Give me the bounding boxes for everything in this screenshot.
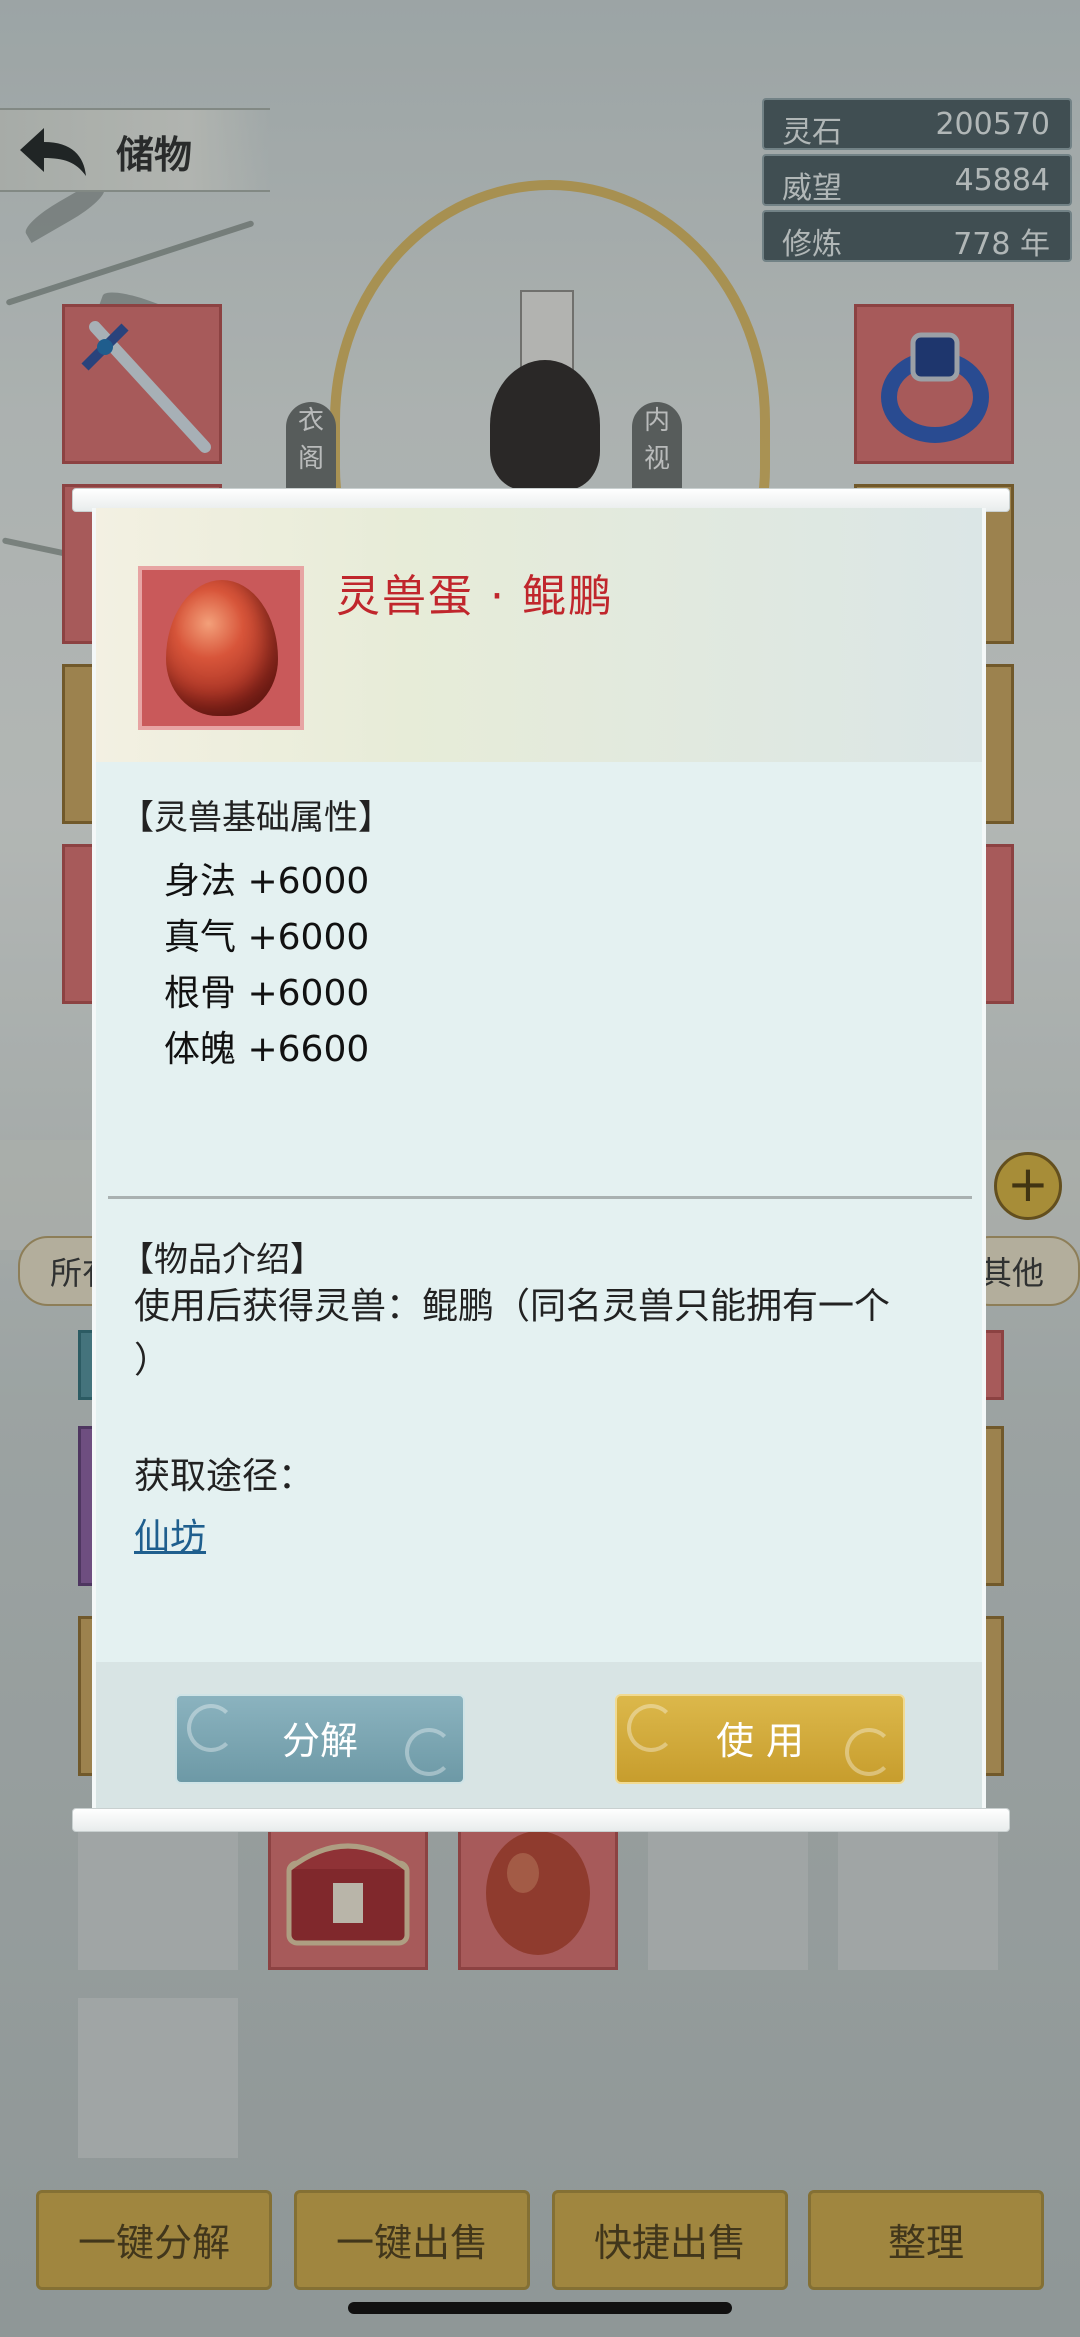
home-indicator[interactable] [348, 2302, 732, 2314]
attribute-value: +6000 [247, 917, 370, 958]
attribute-name: 体魄 [164, 1029, 237, 1070]
attribute-row: 体魄 +6600 [164, 1020, 369, 1072]
cloud-swirl-icon [845, 1728, 893, 1776]
item-description: 使用后获得灵兽：鲲鹏（同名灵兽只能拥有一个 ） [134, 1280, 954, 1388]
section-divider [108, 1196, 972, 1199]
use-label: 使 用 [715, 1719, 805, 1763]
scroll-bottom-rod [72, 1808, 1010, 1832]
attribute-value: +6000 [247, 973, 370, 1014]
attribute-row: 身法 +6000 [164, 852, 369, 904]
source-label: 获取途径： [134, 1456, 315, 1497]
attribute-name: 根骨 [164, 973, 237, 1014]
decompose-button[interactable]: 分解 [175, 1694, 465, 1784]
item-name: 灵兽蛋 · 鲲鹏 [336, 571, 614, 622]
cloud-swirl-icon [405, 1728, 453, 1776]
decompose-label: 分解 [281, 1719, 358, 1763]
use-button[interactable]: 使 用 [615, 1694, 905, 1784]
cloud-swirl-icon [627, 1704, 675, 1752]
attribute-row: 根骨 +6000 [164, 964, 369, 1016]
attribute-value: +6000 [247, 861, 370, 902]
attribute-name: 真气 [164, 917, 237, 958]
attribute-row: 真气 +6000 [164, 908, 369, 960]
base-attributes-title: 【灵兽基础属性】 [120, 798, 392, 838]
description-line: ） [134, 1340, 171, 1381]
attribute-value: +6600 [247, 1029, 370, 1070]
attribute-name: 身法 [164, 861, 237, 902]
source-link-xianfang[interactable]: 仙坊 [134, 1508, 206, 1560]
cloud-swirl-icon [187, 1704, 235, 1752]
description-line: 使用后获得灵兽：鲲鹏（同名灵兽只能拥有一个 [134, 1286, 891, 1327]
item-intro-title: 【物品介绍】 [120, 1240, 324, 1280]
